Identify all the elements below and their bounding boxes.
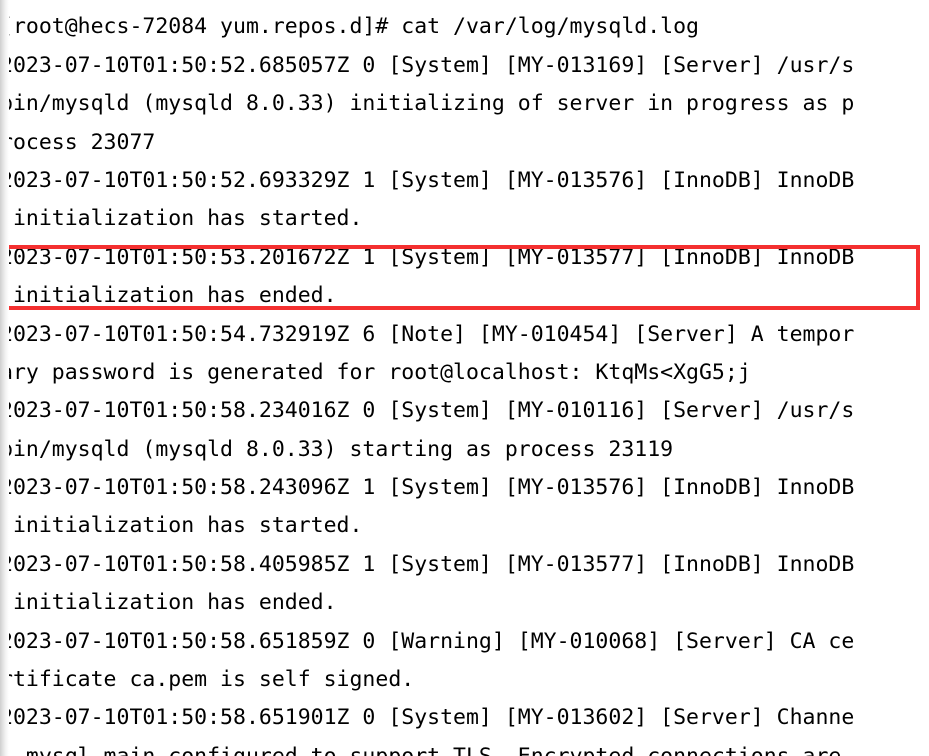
- terminal-output-line: 2023-07-10T01:50:58.234016Z 0 [System] […: [0, 398, 855, 424]
- terminal-output-line: bin/mysqld (mysqld 8.0.33) starting as p…: [0, 436, 674, 462]
- terminal-output-line: initialization has ended.: [0, 283, 337, 309]
- terminal-output-line: 2023-07-10T01:50:54.732919Z 6 [Note] [MY…: [0, 321, 855, 347]
- terminal-output-line: ary password is generated for root@local…: [0, 359, 751, 385]
- terminal-output-line: initialization has ended.: [0, 590, 337, 616]
- terminal-output-line: 2023-07-10T01:50:53.201672Z 1 [System] […: [0, 244, 855, 270]
- terminal-output-line: initialization has started.: [0, 206, 363, 232]
- terminal-output-line: 2023-07-10T01:50:58.243096Z 1 [System] […: [0, 475, 855, 501]
- terminal-output-line: 2023-07-10T01:50:52.693329Z 1 [System] […: [0, 167, 855, 193]
- terminal-output-line: 2023-07-10T01:50:58.651901Z 0 [System] […: [0, 705, 855, 731]
- terminal-output-line: initialization has started.: [0, 513, 363, 539]
- terminal-prompt-line: [root@hecs-72084 yum.repos.d]# cat /var/…: [0, 14, 699, 40]
- terminal-output-line: 2023-07-10T01:50:58.651859Z 0 [Warning] …: [0, 628, 855, 654]
- terminal-window[interactable]: 2023-07-10T01:50:52.685057Z 0 [System] […: [0, 0, 929, 756]
- terminal-output-line: rtificate ca.pem is self signed.: [0, 667, 415, 693]
- terminal-output-line: rocess 23077: [0, 129, 156, 155]
- terminal-output-line: 2023-07-10T01:50:52.685057Z 0 [System] […: [0, 52, 855, 78]
- terminal-output-line: 2023-07-10T01:50:52.685057Z 0 [System] […: [0, 0, 929, 8]
- terminal-output[interactable]: 2023-07-10T01:50:52.685057Z 0 [System] […: [0, 0, 929, 756]
- terminal-output-line: bin/mysqld (mysqld 8.0.33) initializing …: [0, 91, 855, 117]
- terminal-output-line: l mysql_main configured to support TLS. …: [0, 738, 929, 756]
- terminal-output-line: 2023-07-10T01:50:58.405985Z 1 [System] […: [0, 551, 855, 577]
